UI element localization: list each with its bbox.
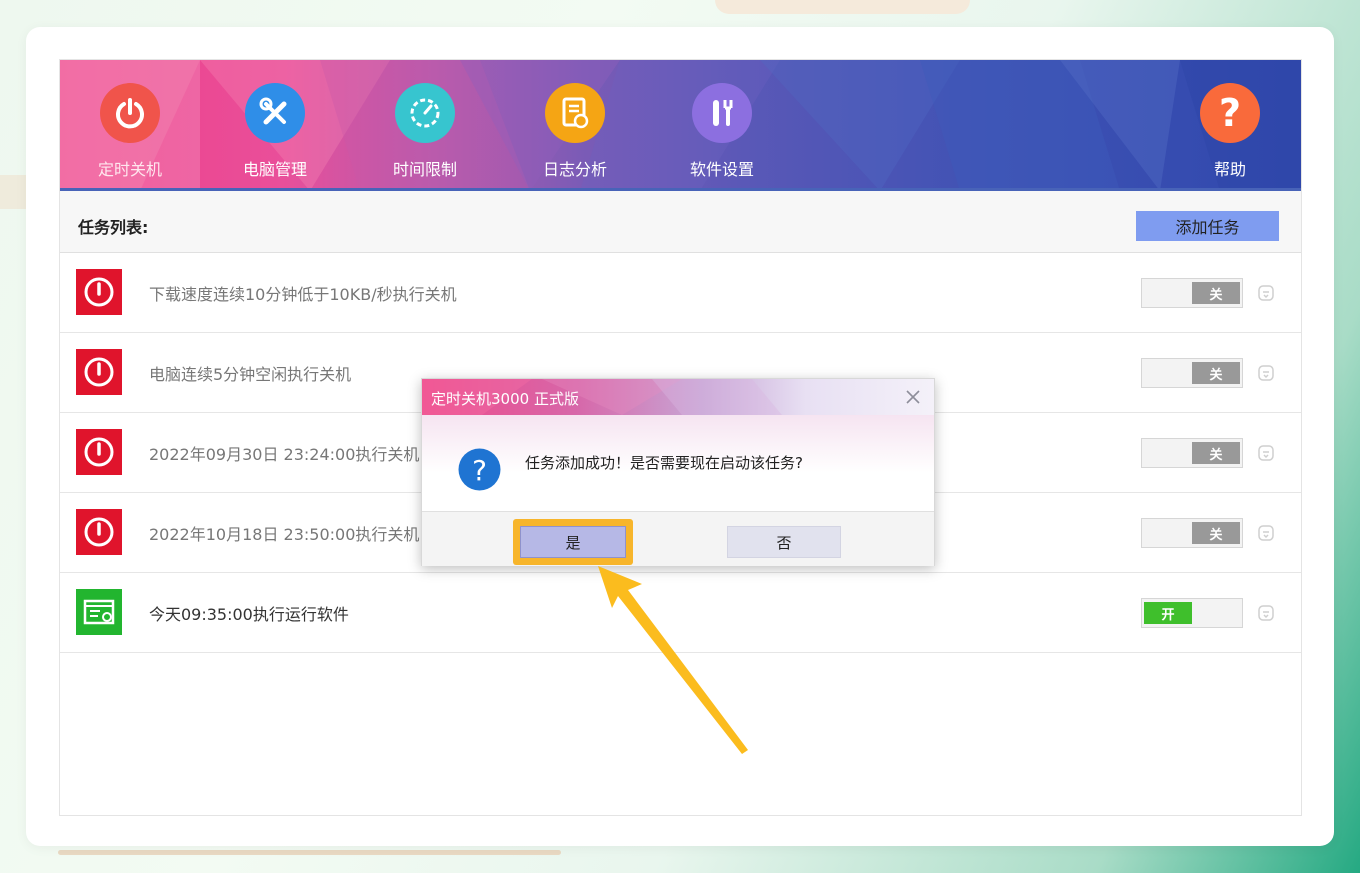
- shutdown-icon: [76, 269, 122, 315]
- tab-label: 定时关机: [97, 160, 162, 179]
- help-icon: ?: [1200, 83, 1260, 143]
- background-scrollbar: [58, 850, 561, 855]
- no-button[interactable]: 否: [727, 526, 841, 558]
- confirm-dialog: 定时关机3000 正式版 ? 任务添加成功！是否需要现在启动该任务? 是 否: [421, 378, 935, 566]
- tab-software-settings[interactable]: 软件设置: [652, 60, 792, 191]
- row-menu-icon[interactable]: [1257, 364, 1275, 382]
- tab-shutdown[interactable]: 定时关机: [60, 60, 200, 191]
- shutdown-icon: [76, 509, 122, 555]
- task-description: 2022年10月18日 23:50:00执行关机: [149, 525, 420, 544]
- tab-label: 软件设置: [689, 160, 754, 179]
- task-list-header: 任务列表: 添加任务: [60, 191, 1301, 253]
- svg-text:?: ?: [472, 454, 487, 487]
- yes-button[interactable]: 是: [520, 526, 626, 558]
- background-tab: [715, 0, 970, 14]
- task-description: 电脑连续5分钟空闲执行关机: [149, 365, 352, 384]
- tools-icon: [245, 83, 305, 143]
- row-menu-icon[interactable]: [1257, 444, 1275, 462]
- run-software-icon: [76, 589, 122, 635]
- task-description: 下载速度连续10分钟低于10KB/秒执行关机: [149, 285, 457, 304]
- toggle-knob: 开: [1144, 602, 1192, 624]
- timer-icon: [395, 83, 455, 143]
- row-menu-icon[interactable]: [1257, 604, 1275, 622]
- pointer-arrow-annotation: [598, 566, 748, 754]
- dialog-message: 任务添加成功！是否需要现在启动该任务?: [525, 454, 803, 472]
- toggle-knob: 关: [1192, 522, 1240, 544]
- task-toggle[interactable]: 关: [1141, 438, 1243, 468]
- question-icon: ?: [458, 448, 501, 491]
- svg-text:?: ?: [1219, 93, 1241, 133]
- tab-label: 帮助: [1213, 160, 1246, 179]
- shutdown-icon: [76, 349, 122, 395]
- close-icon[interactable]: [904, 388, 922, 406]
- task-toggle[interactable]: 关: [1141, 278, 1243, 308]
- tab-label: 电脑管理: [242, 160, 307, 179]
- settings-icon: [692, 83, 752, 143]
- task-toggle[interactable]: 关: [1141, 518, 1243, 548]
- task-toggle[interactable]: 开: [1141, 598, 1243, 628]
- nav-banner: 定时关机 电脑管理 时间限制 日志分析 软件设置 ? 帮助: [60, 60, 1301, 191]
- row-menu-icon[interactable]: [1257, 524, 1275, 542]
- tab-help[interactable]: ? 帮助: [1160, 60, 1300, 191]
- tab-log-analysis[interactable]: 日志分析: [505, 60, 645, 191]
- add-task-button[interactable]: 添加任务: [1136, 211, 1279, 241]
- shutdown-icon: [76, 429, 122, 475]
- log-icon: [545, 83, 605, 143]
- tab-label: 时间限制: [392, 160, 457, 179]
- task-description: 今天09:35:00执行运行软件: [149, 605, 349, 624]
- task-list-title: 任务列表:: [78, 218, 149, 237]
- tab-label: 日志分析: [542, 160, 607, 179]
- table-row[interactable]: 下载速度连续10分钟低于10KB/秒执行关机 关: [60, 253, 1301, 333]
- tab-computer-management[interactable]: 电脑管理: [205, 60, 345, 191]
- toggle-knob: 关: [1192, 362, 1240, 384]
- task-description: 2022年09月30日 23:24:00执行关机: [149, 445, 420, 464]
- dialog-title: 定时关机3000 正式版: [431, 390, 579, 408]
- power-icon: [100, 83, 160, 143]
- row-menu-icon[interactable]: [1257, 284, 1275, 302]
- toggle-knob: 关: [1192, 442, 1240, 464]
- tab-time-limit[interactable]: 时间限制: [355, 60, 495, 191]
- toggle-knob: 关: [1192, 282, 1240, 304]
- dialog-titlebar: 定时关机3000 正式版: [422, 379, 934, 415]
- task-toggle[interactable]: 关: [1141, 358, 1243, 388]
